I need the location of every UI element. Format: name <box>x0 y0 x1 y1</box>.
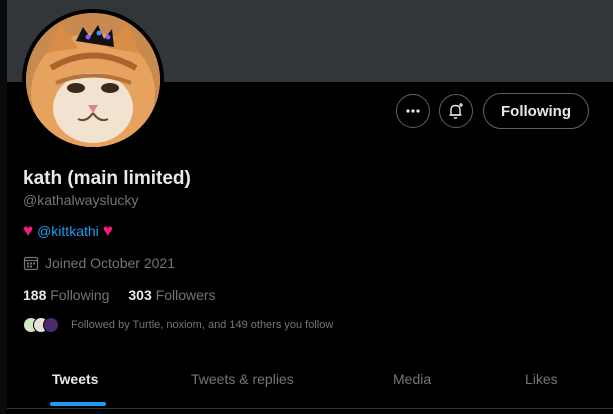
profile-name: kath (main limited) <box>23 168 191 189</box>
tab-media[interactable]: Media <box>393 371 431 387</box>
bell-plus-icon <box>449 103 464 119</box>
tab-likes[interactable]: Likes <box>525 371 558 387</box>
followers-count: 303 <box>128 287 152 303</box>
followed-by-avatars <box>23 315 63 335</box>
heart-icon: ♥ <box>102 221 113 240</box>
followed-by-text: Followed by Turtle, noxiom, and 149 othe… <box>71 319 334 331</box>
avatar[interactable] <box>26 13 160 147</box>
cat-avatar-icon <box>26 13 160 147</box>
profile-actions: Following <box>396 93 589 129</box>
profile-bio: ♥ @kittkathi ♥ <box>23 222 113 239</box>
following-button[interactable]: Following <box>483 93 589 129</box>
left-gutter <box>0 0 7 414</box>
profile-stats: 188 Following 303 Followers <box>23 287 235 303</box>
joined-text: Joined October 2021 <box>45 255 175 271</box>
more-button[interactable] <box>396 94 431 128</box>
followers-count-link[interactable]: 303 Followers <box>128 287 215 303</box>
following-count: 188 <box>23 287 47 303</box>
active-tab-indicator <box>50 402 106 406</box>
tab-tweets[interactable]: Tweets <box>52 371 98 387</box>
mini-avatar <box>43 317 59 333</box>
heart-icon: ♥ <box>23 221 34 240</box>
profile-tabs: Tweets Tweets & replies Media Likes <box>7 355 613 407</box>
notifications-button[interactable] <box>439 94 474 128</box>
bio-mention-link[interactable]: @kittkathi <box>37 223 99 239</box>
more-icon <box>406 109 420 113</box>
calendar-icon <box>23 256 39 271</box>
joined-date: Joined October 2021 <box>23 255 175 271</box>
followers-label: Followers <box>155 287 216 303</box>
avatar-ring <box>22 9 164 151</box>
profile-handle: @kathalwayslucky <box>23 192 139 208</box>
tab-tweets-and-replies[interactable]: Tweets & replies <box>191 371 294 387</box>
following-label: Following <box>50 287 110 303</box>
tabs-divider <box>7 408 613 409</box>
followed-by-link[interactable]: Followed by Turtle, noxiom, and 149 othe… <box>23 315 333 335</box>
following-count-link[interactable]: 188 Following <box>23 287 109 303</box>
